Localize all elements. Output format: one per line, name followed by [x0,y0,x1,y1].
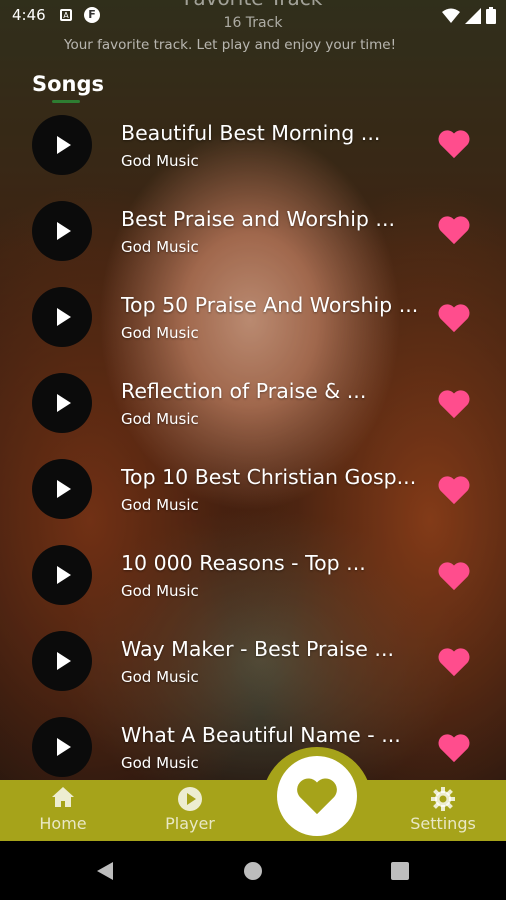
song-artist: God Music [121,410,199,428]
heart-icon[interactable] [437,473,471,507]
song-row[interactable]: Beautiful Best Morning ... God Music [0,102,506,188]
play-circle-icon [178,787,202,811]
bottom-nav: Home Player Settings [0,780,506,841]
recents-icon[interactable] [391,862,409,880]
song-title: Way Maker - Best Praise ... [121,637,394,661]
play-button[interactable] [32,287,92,347]
song-artist: God Music [121,496,199,514]
heart-icon[interactable] [437,559,471,593]
play-button[interactable] [32,717,92,777]
play-icon [57,308,71,326]
play-icon [57,738,71,756]
heart-icon [297,778,337,815]
play-icon [57,394,71,412]
nav-player[interactable]: Player [152,780,228,841]
song-artist: God Music [121,324,199,342]
heart-icon[interactable] [437,731,471,765]
nav-settings-label: Settings [410,814,476,833]
song-artist: God Music [121,152,199,170]
play-button[interactable] [32,459,92,519]
heart-icon[interactable] [437,645,471,679]
song-artist: God Music [121,668,199,686]
song-artist: God Music [121,754,199,772]
play-icon [57,566,71,584]
track-count: 16 Track [223,15,283,31]
page-subtitle: Your favorite track. Let play and enjoy … [64,37,396,53]
gear-icon [431,787,455,811]
home-icon [52,787,74,807]
home-button-icon[interactable] [243,861,263,881]
song-title: 10 000 Reasons - Top ... [121,551,366,575]
song-title: Beautiful Best Morning ... [121,121,381,145]
nav-home-label: Home [39,814,87,833]
nav-home[interactable]: Home [28,780,98,841]
page-title: Favorite Track [0,0,506,10]
song-row[interactable]: Top 10 Best Christian Gosp... God Music [0,446,506,532]
song-title: Top 10 Best Christian Gosp... [121,465,417,489]
heart-icon[interactable] [437,301,471,335]
play-icon [57,480,71,498]
system-nav-bar [0,841,506,900]
heart-icon[interactable] [437,387,471,421]
heart-icon[interactable] [437,127,471,161]
song-row[interactable]: Way Maker - Best Praise ... God Music [0,618,506,704]
play-icon [57,652,71,670]
play-icon [57,222,71,240]
song-artist: God Music [121,238,199,256]
heart-icon[interactable] [437,213,471,247]
song-artist: God Music [121,582,199,600]
play-button[interactable] [32,545,92,605]
play-button[interactable] [32,373,92,433]
songs-tab[interactable]: Songs [32,72,104,96]
play-button[interactable] [32,631,92,691]
back-icon[interactable] [96,861,114,881]
favorite-fab[interactable] [277,756,357,836]
song-row[interactable]: What A Beautiful Name - ... God Music [0,704,506,790]
song-row[interactable]: Reflection of Praise & ... God Music [0,360,506,446]
song-title: Top 50 Praise And Worship ... [121,293,419,317]
song-row[interactable]: 10 000 Reasons - Top ... God Music [0,532,506,618]
play-icon [57,136,71,154]
song-row[interactable]: Best Praise and Worship ... God Music [0,188,506,274]
nav-player-label: Player [165,814,215,833]
song-title: What A Beautiful Name - ... [121,723,401,747]
song-title: Reflection of Praise & ... [121,379,367,403]
play-button[interactable] [32,115,92,175]
song-row[interactable]: Top 50 Praise And Worship ... God Music [0,274,506,360]
nav-settings[interactable]: Settings [400,780,486,841]
song-title: Best Praise and Worship ... [121,207,395,231]
play-button[interactable] [32,201,92,261]
